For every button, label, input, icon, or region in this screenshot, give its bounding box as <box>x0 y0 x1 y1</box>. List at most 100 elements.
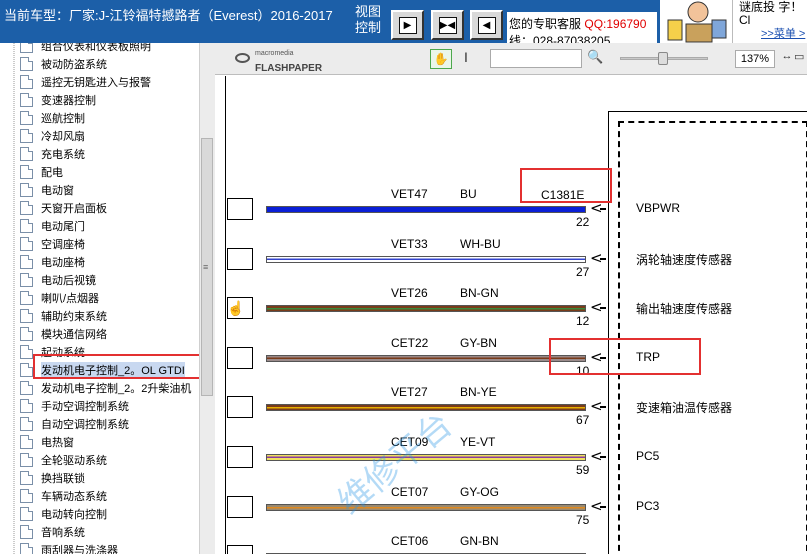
flashpaper-logo: macromedia FLASHPAPER <box>235 50 322 76</box>
fit-page-icon[interactable]: ▭ <box>794 50 807 68</box>
wire-color-code: BN-YE <box>460 385 497 400</box>
pin-number: 27 <box>576 264 590 279</box>
wire-code: VET33 <box>391 236 428 251</box>
document-icon <box>20 345 33 359</box>
back-icon: ◀ <box>477 16 496 34</box>
tree-item[interactable]: 喇叭/点烟器 <box>20 289 99 307</box>
tree-item-label: 遥控无钥匙进入与报警 <box>41 77 151 89</box>
wire <box>266 255 586 263</box>
tree-item[interactable]: 电动后视镜 <box>20 271 96 289</box>
tree-item[interactable]: 全轮驱动系统 <box>20 451 107 469</box>
pin-lead <box>600 208 606 210</box>
document-icon <box>20 93 33 107</box>
splice-box <box>227 495 253 518</box>
document-tree: 组合仪表和仪表板照明被动防盗系统遥控无钥匙进入与报警 变速器控制巡航控制 冷却风扇充… <box>0 43 215 554</box>
tree-item[interactable]: 空调座椅 <box>20 235 85 253</box>
document-icon <box>20 237 33 251</box>
tree-item[interactable]: 变速器控制 <box>20 91 96 109</box>
signal-name: PC3 <box>636 498 660 513</box>
tree-item[interactable]: 雨刮器与洗涤器 <box>20 541 118 554</box>
tree-item[interactable]: 电动窗 <box>20 181 74 199</box>
pin-lead <box>600 257 606 260</box>
split-icon: ▶◀ <box>438 16 457 34</box>
wire <box>266 503 586 511</box>
tree-item-label: 雨刮器与洗涤器 <box>41 545 118 554</box>
text-select-tool-button[interactable]: I <box>458 49 474 69</box>
wire-color-code: GY-OG <box>460 484 499 499</box>
top-header: 当前车型：厂家:J-江铃福特撼路者（Everest）2016-2017 视图控制… <box>0 0 807 43</box>
tree-item-label: 辅助约束系统 <box>41 311 107 323</box>
tree-item[interactable]: 电热窗 <box>20 433 74 451</box>
tree-item[interactable]: 被动防盗系统 <box>20 55 107 73</box>
document-icon <box>20 75 33 89</box>
signal-name: 输出轴速度传感器 <box>636 302 733 317</box>
tree-item[interactable]: 天窗开启面板 <box>20 199 107 217</box>
tree-item[interactable]: 巡航控制 <box>20 109 85 127</box>
document-icon <box>20 43 33 53</box>
document-icon <box>20 417 33 431</box>
tree-item[interactable]: 换挡联锁 <box>20 469 85 487</box>
document-icon <box>20 273 33 287</box>
tree-item-label: 手动空调控制系统 <box>41 401 129 413</box>
trp-highlight-box <box>549 338 701 375</box>
tree-item[interactable]: 电动座椅 <box>20 253 85 271</box>
mascot-image <box>660 0 732 43</box>
fit-width-icon[interactable]: ↔ <box>780 50 794 68</box>
document-icon <box>20 363 33 377</box>
document-icon <box>20 525 33 539</box>
promo-text: 谜底投 字！ Cl <box>739 0 803 27</box>
tree-item[interactable]: 电动尾门 <box>20 217 85 235</box>
view-control-label: 视图控制 <box>355 4 382 35</box>
tree-item[interactable]: 自动空调控制系统 <box>20 415 129 433</box>
pin-number: 22 <box>576 215 590 229</box>
document-icon <box>20 291 33 305</box>
tree-item[interactable]: 遥控无钥匙进入与报警 <box>20 73 151 91</box>
tree-item-label: 变速器控制 <box>41 95 96 107</box>
zoom-level-field[interactable]: 137% <box>735 50 775 68</box>
tree-item-label: 车辆动态系统 <box>41 491 107 503</box>
tree-item[interactable]: 电动转向控制 <box>20 505 107 523</box>
tree-item[interactable]: 组合仪表和仪表板照明 <box>20 43 151 55</box>
tree-item[interactable]: 配电 <box>20 163 63 181</box>
tree-item-label: 被动防盗系统 <box>41 59 107 71</box>
search-input[interactable] <box>490 49 582 68</box>
signal-name: 涡轮轴速度传感器 <box>636 252 733 267</box>
menu-link[interactable]: >>菜单 > <box>761 25 805 41</box>
tree-item[interactable]: 发动机电子控制_2。2升柴油机 <box>20 379 191 397</box>
hand-tool-button[interactable]: ✋ <box>430 49 452 69</box>
pin-number: 75 <box>576 512 590 527</box>
tree-item[interactable]: 模块通信网络 <box>20 325 107 343</box>
document-icon <box>20 381 33 395</box>
customer-service-box[interactable]: 您的专职客服 QQ:196790 线：028-87038205 <box>507 12 657 43</box>
split-view-button[interactable]: ▶◀ <box>431 10 464 40</box>
pin-number: 67 <box>576 413 590 428</box>
document-icon <box>20 543 33 554</box>
document-icon <box>20 219 33 233</box>
wire-code: CET22 <box>391 335 429 350</box>
splice-box <box>227 247 253 270</box>
zoom-slider-knob[interactable] <box>658 52 668 65</box>
tree-item[interactable]: 车辆动态系统 <box>20 487 107 505</box>
document-canvas[interactable]: VET47 BU 22 < VBPWR VET33 WH-BU 27 < 涡轮轴速度传感器 VET2… <box>215 76 807 554</box>
document-icon <box>20 453 33 467</box>
wire-code: VET47 <box>391 187 428 201</box>
tree-item-label: 音响系统 <box>41 527 85 539</box>
tree-item-label: 喇叭/点烟器 <box>41 293 100 305</box>
wire-code: CET06 <box>391 534 429 549</box>
signal-name: PC5 <box>636 449 660 463</box>
tree-item[interactable]: 冷却风扇 <box>20 127 85 145</box>
back-page-button[interactable]: ◀ <box>470 10 503 40</box>
document-icon <box>20 507 33 521</box>
tree-item[interactable]: 手动空调控制系统 <box>20 397 129 415</box>
document-icon <box>20 57 33 71</box>
search-icon[interactable]: 🔍 <box>587 49 605 68</box>
service-qq[interactable]: QQ:196790 <box>584 17 646 31</box>
tree-item[interactable]: 充电系统 <box>20 145 85 163</box>
hand-cursor-icon: ☝ <box>227 300 245 316</box>
tree-item[interactable]: 辅助约束系统 <box>20 307 107 325</box>
prev-page-button[interactable]: ▶ <box>391 10 424 40</box>
tree-item[interactable]: 音响系统 <box>20 523 85 541</box>
connector-highlight-box <box>520 168 612 203</box>
tree-item-label: 模块通信网络 <box>41 329 107 341</box>
promo-panel: 谜底投 字！ Cl >>菜单 > <box>732 0 807 43</box>
